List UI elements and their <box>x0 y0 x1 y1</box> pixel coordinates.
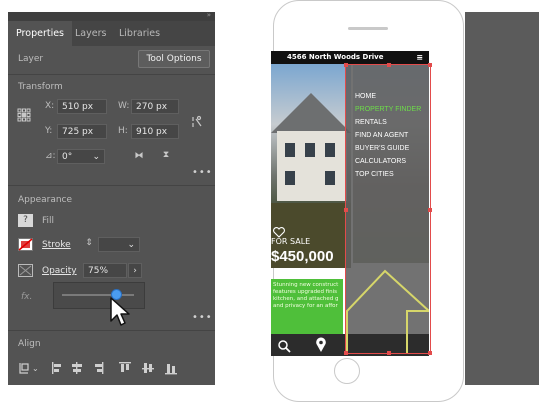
chevron-down-icon[interactable]: ⌄ <box>92 150 100 165</box>
reference-point-icon[interactable] <box>17 108 31 122</box>
angle-label: ⊿: <box>45 151 56 161</box>
opacity-label[interactable]: Opacity <box>42 266 77 276</box>
stroke-label[interactable]: Stroke <box>42 240 71 250</box>
tool-options-button[interactable]: Tool Options <box>138 50 210 68</box>
for-sale-label: FOR SALE <box>271 237 311 246</box>
h-label: H: <box>118 126 128 136</box>
description-text: Stunning new construct features upgraded… <box>273 282 343 310</box>
align-toolbar: ⌄ <box>16 360 206 376</box>
divider <box>8 330 215 331</box>
layer-label: Layer <box>18 54 44 64</box>
resize-handle[interactable] <box>428 351 432 355</box>
resize-handle[interactable] <box>387 351 391 355</box>
description-line: and privacy for an affor <box>273 303 338 309</box>
mouse-pointer-icon <box>109 297 133 327</box>
app-header: 4566 North Woods Drive ≡ <box>271 51 429 64</box>
opacity-field[interactable]: 75% <box>83 263 127 278</box>
opacity-icon <box>18 264 33 277</box>
appearance-title: Appearance <box>18 195 73 205</box>
stroke-swatch-icon[interactable] <box>18 238 33 251</box>
resize-handle[interactable] <box>387 63 391 67</box>
transform-title: Transform <box>18 82 63 92</box>
resize-handle[interactable] <box>344 63 348 67</box>
svg-text:⌄: ⌄ <box>32 364 39 373</box>
flip-horizontal-icon[interactable]: ⧓ <box>132 151 146 161</box>
price-text: $450,000 <box>271 248 334 265</box>
y-label: Y: <box>45 126 53 136</box>
resize-handle[interactable] <box>344 208 348 212</box>
map-pin-icon[interactable] <box>315 337 327 353</box>
fx-label[interactable]: fx. <box>21 292 32 302</box>
resize-handle[interactable] <box>428 63 432 67</box>
w-field[interactable]: 270 px <box>131 99 179 114</box>
align-title: Align <box>18 339 41 349</box>
flip-vertical-icon[interactable]: ⧗ <box>159 150 173 160</box>
selection-bounding-box[interactable] <box>344 63 432 355</box>
divider <box>8 74 215 75</box>
stroke-weight-field[interactable]: ⌄ <box>98 237 140 252</box>
phone-speaker <box>348 27 388 30</box>
more-options-icon[interactable]: ••• <box>192 167 213 178</box>
divider <box>8 185 215 186</box>
tab-layers[interactable]: Layers <box>75 21 106 46</box>
y-field[interactable]: 725 px <box>57 124 107 139</box>
opacity-slider-track[interactable] <box>62 294 134 296</box>
resize-handle[interactable] <box>428 208 432 212</box>
w-label: W: <box>118 101 130 111</box>
phone-home-button <box>334 358 360 384</box>
canvas-background <box>465 12 539 385</box>
search-icon[interactable] <box>277 338 291 353</box>
collapse-panel-icon[interactable]: » <box>207 11 211 19</box>
x-label: X: <box>45 101 55 111</box>
fill-swatch-icon[interactable]: ? <box>18 214 33 227</box>
address-text: 4566 North Woods Drive <box>287 53 384 61</box>
description-line: kitchen, and attached g <box>273 296 339 302</box>
x-field[interactable]: 510 px <box>57 99 107 114</box>
panel-tab-bar: Properties Layers Libraries <box>8 21 215 46</box>
properties-panel: » Properties Layers Libraries Layer Tool… <box>8 11 215 385</box>
more-options-icon[interactable]: ••• <box>192 312 213 323</box>
description-line: Stunning new construct <box>273 282 339 288</box>
tab-properties[interactable]: Properties <box>8 21 73 46</box>
fill-label: Fill <box>42 216 55 226</box>
hamburger-menu-icon[interactable]: ≡ <box>416 51 423 64</box>
tab-libraries[interactable]: Libraries <box>119 21 160 46</box>
chevron-down-icon[interactable]: ⌄ <box>127 238 135 253</box>
description-line: features upgraded finis <box>273 289 338 295</box>
angle-value: 0° <box>62 152 73 162</box>
panel-title-strip: » <box>8 11 215 21</box>
stroke-weight-stepper-icon[interactable]: ⇕ <box>84 238 94 248</box>
angle-field[interactable]: 0° ⌄ <box>57 149 105 164</box>
chevron-right-icon[interactable]: › <box>128 263 142 278</box>
link-proportions-icon[interactable] <box>189 115 203 129</box>
heart-icon[interactable] <box>273 223 285 238</box>
resize-handle[interactable] <box>344 351 348 355</box>
h-field[interactable]: 910 px <box>131 124 179 139</box>
